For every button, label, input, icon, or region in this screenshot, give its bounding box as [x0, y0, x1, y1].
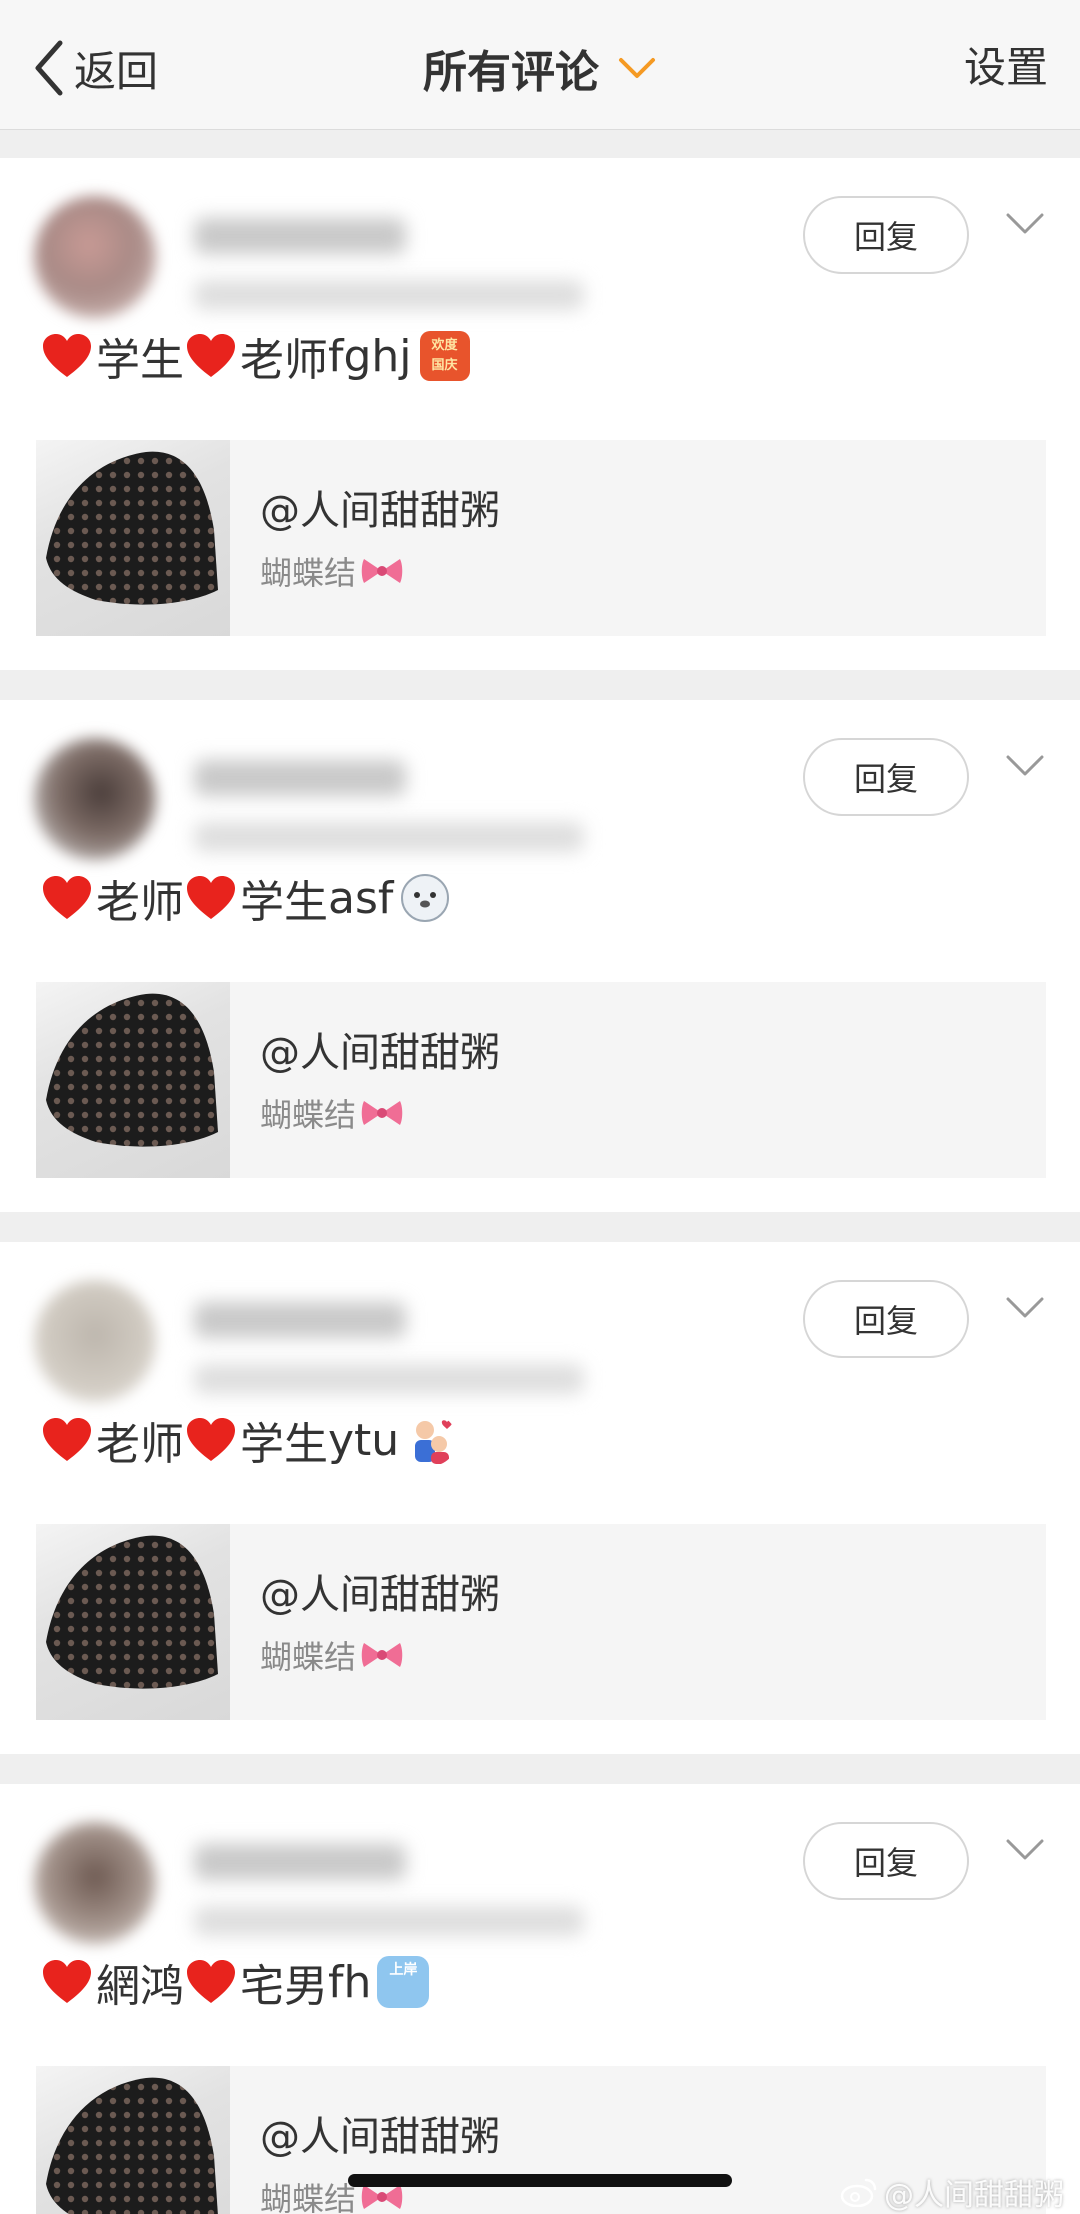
post-thumbnail — [36, 982, 230, 1178]
weibo-watermark: @人间甜甜粥 — [840, 2170, 1064, 2214]
avatar[interactable] — [34, 1822, 156, 1944]
comment-meta — [194, 1906, 584, 1936]
comment-word: ytu — [328, 1414, 400, 1466]
comment-filter-dropdown[interactable]: 所有评论 — [0, 38, 1080, 98]
quoted-post[interactable]: @人间甜甜粥 蝴蝶结 — [36, 982, 1046, 1178]
chevron-down-icon — [619, 58, 655, 78]
comment-card: 回复 学生 老师 fghj 欢度 国庆 @人间甜甜粥 蝴蝶结 — [0, 158, 1080, 670]
heart-icon — [187, 334, 235, 377]
comment-word: asf — [328, 872, 394, 924]
comment-meta — [194, 1364, 584, 1394]
comment-card: 回复 老师 学生 asf @人间甜甜粥 蝴蝶结 — [0, 700, 1080, 1212]
avatar[interactable] — [34, 1280, 156, 1402]
quoted-author: @人间甜甜粥 — [260, 2114, 500, 2160]
comment-word: 学生 — [240, 877, 328, 928]
comment-word: 老师 — [240, 335, 328, 386]
heart-icon — [187, 1418, 235, 1461]
quoted-caption-text: 蝴蝶结 — [260, 2180, 357, 2214]
comment-word: 宅男 — [240, 1961, 328, 2012]
reply-button[interactable]: 回复 — [803, 1822, 969, 1900]
quoted-author: @人间甜甜粥 — [260, 488, 500, 534]
comment-word: fh — [328, 1956, 372, 2008]
ribbon-bow-icon — [361, 1643, 403, 1667]
heart-icon — [43, 876, 91, 919]
username[interactable] — [194, 1844, 406, 1880]
quoted-caption-text: 蝴蝶结 — [260, 1096, 357, 1134]
comment-meta — [194, 280, 584, 310]
username[interactable] — [194, 1302, 406, 1338]
ribbon-bow-icon — [361, 1101, 403, 1125]
comment-text: 学生 老师 fghj 欢度 国庆 — [40, 324, 470, 388]
settings-button[interactable]: 设置 — [964, 38, 1048, 98]
reply-button[interactable]: 回复 — [803, 196, 969, 274]
heart-icon — [187, 1960, 235, 2003]
quoted-caption-text: 蝴蝶结 — [260, 554, 357, 592]
comment-card: 回复 老师 学生 ytu @人间甜甜粥 蝴蝶结 — [0, 1242, 1080, 1754]
weibo-logo-icon — [840, 2178, 877, 2207]
chevron-down-icon[interactable] — [1004, 752, 1046, 780]
heart-icon — [43, 334, 91, 377]
home-indicator[interactable] — [348, 2174, 732, 2187]
username[interactable] — [194, 218, 406, 254]
comment-word: 学生 — [96, 335, 184, 386]
avatar[interactable] — [34, 738, 156, 860]
couple-emoji-icon — [415, 1420, 453, 1464]
quoted-author: @人间甜甜粥 — [260, 1030, 500, 1076]
comment-word: 網鸿 — [96, 1961, 184, 2012]
comment-text: 網鸿 宅男 fh 上岸 — [40, 1950, 430, 2014]
quoted-caption: 蝴蝶结 — [260, 1090, 404, 1136]
quoted-post[interactable]: @人间甜甜粥 蝴蝶结 — [36, 440, 1046, 636]
comment-text: 老师 学生 ytu — [40, 1408, 457, 1472]
post-thumbnail — [36, 2066, 230, 2214]
avatar[interactable] — [34, 196, 156, 318]
comment-word: 学生 — [240, 1419, 328, 1470]
watermark-text: @人间甜甜粥 — [884, 2178, 1064, 2213]
comment-text: 老师 学生 asf — [40, 866, 451, 930]
top-nav-bar: 返回 所有评论 设置 — [0, 0, 1080, 130]
comment-meta — [194, 822, 584, 852]
post-thumbnail — [36, 440, 230, 636]
quoted-caption: 蝴蝶结 — [260, 1632, 404, 1678]
heart-icon — [43, 1960, 91, 2003]
comment-word: fghj — [328, 330, 412, 382]
chevron-down-icon[interactable] — [1004, 1836, 1046, 1864]
quoted-caption: 蝴蝶结 — [260, 548, 404, 594]
seal-face-emoji-icon — [401, 874, 450, 922]
ribbon-bow-icon — [361, 559, 403, 583]
national-day-emoji-icon: 欢度 国庆 — [419, 331, 470, 381]
comment-word: 老师 — [96, 877, 184, 928]
heart-icon — [43, 1418, 91, 1461]
shangan-emoji-icon: 上岸 — [377, 1956, 430, 2008]
chevron-down-icon[interactable] — [1004, 1294, 1046, 1322]
username[interactable] — [194, 760, 406, 796]
comment-word: 老师 — [96, 1419, 184, 1470]
post-thumbnail — [36, 1524, 230, 1720]
comment-card: 回复 網鸿 宅男 fh 上岸 @人间甜甜粥 蝴蝶结 — [0, 1784, 1080, 2214]
reply-button[interactable]: 回复 — [803, 1280, 969, 1358]
quoted-caption-text: 蝴蝶结 — [260, 1638, 357, 1676]
quoted-post[interactable]: @人间甜甜粥 蝴蝶结 — [36, 1524, 1046, 1720]
reply-button[interactable]: 回复 — [803, 738, 969, 816]
page-title: 所有评论 — [423, 47, 599, 98]
heart-icon — [187, 876, 235, 919]
quoted-author: @人间甜甜粥 — [260, 1572, 500, 1618]
chevron-down-icon[interactable] — [1004, 210, 1046, 238]
